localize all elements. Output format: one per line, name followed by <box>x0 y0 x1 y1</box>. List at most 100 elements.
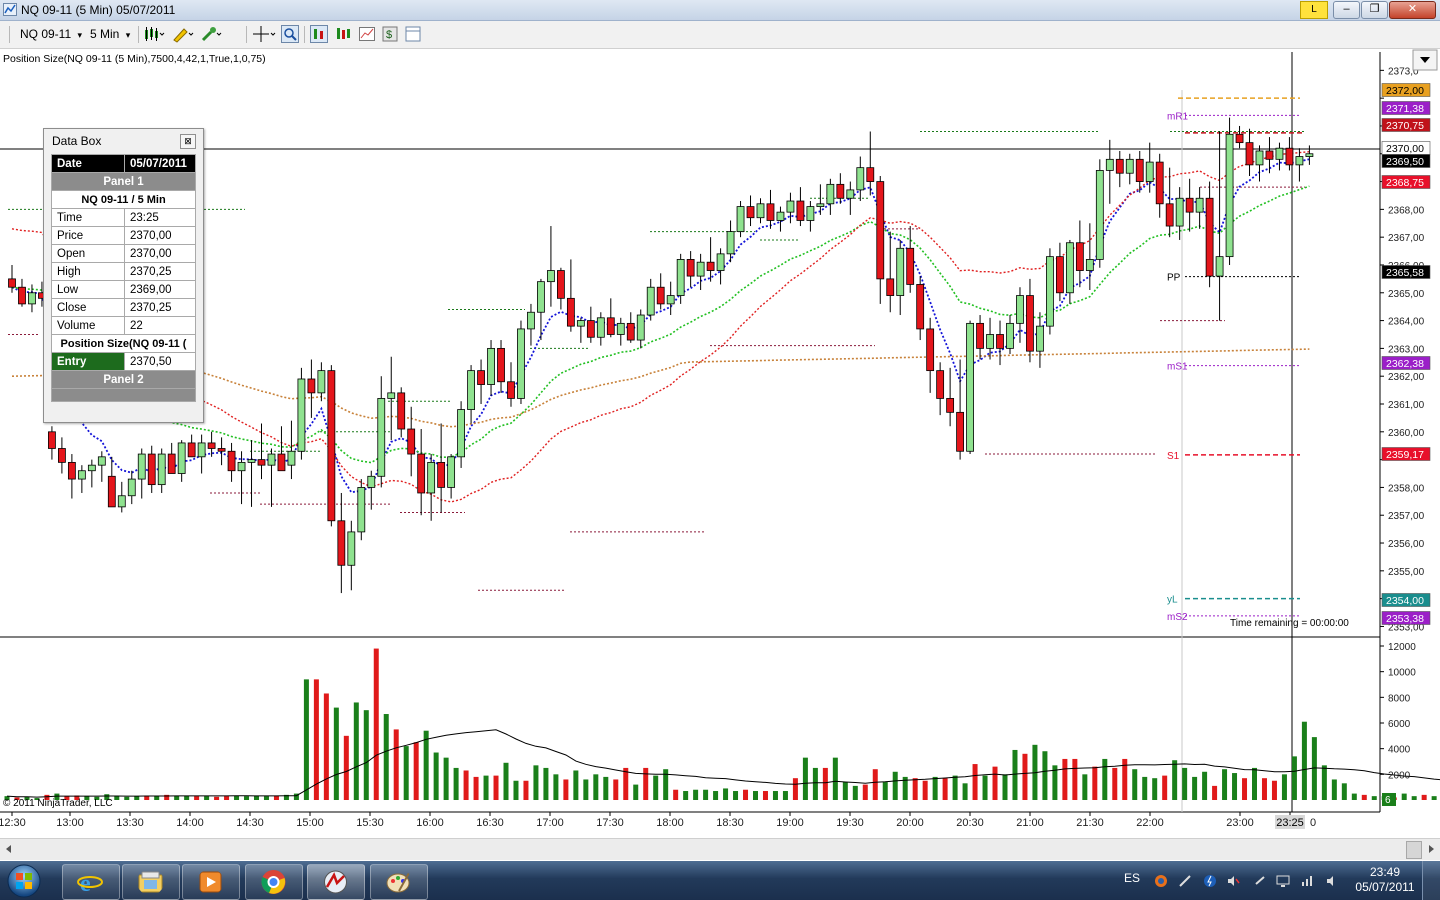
language-indicator[interactable]: ES <box>1124 871 1140 885</box>
row-value: 22 <box>124 316 196 335</box>
link-badge[interactable]: L <box>1300 1 1328 19</box>
copyright-label: © 2011 NinjaTrader, LLC <box>3 798 113 809</box>
volume-bar <box>533 765 539 800</box>
row-key: Price <box>51 226 125 245</box>
candle-up <box>157 453 166 486</box>
entry-key: Entry <box>51 352 125 371</box>
scroll-right-icon[interactable] <box>1425 843 1437 855</box>
taskbar-paint[interactable] <box>370 864 428 900</box>
volume-bar <box>583 779 589 800</box>
volume-bar <box>762 791 768 800</box>
candle-up <box>636 314 645 341</box>
volume-bar <box>723 788 729 800</box>
price-tick-label: 2358,00 <box>1388 483 1425 494</box>
time-tick-label: 16:00 <box>416 817 444 829</box>
price-chart[interactable]: 2373,02369,002368,002367,002366,002365,0… <box>0 48 1440 838</box>
price-tag-label: 2371,38 <box>1386 103 1424 115</box>
time-tick-label: 14:00 <box>176 817 204 829</box>
data-box-panel[interactable]: Data Box ⊠ Date 05/07/2011 Panel 1 NQ 09… <box>43 128 204 423</box>
tray-volume-icon[interactable] <box>1325 874 1339 888</box>
tray-flash-icon[interactable] <box>1203 874 1217 888</box>
candle-down <box>946 398 955 413</box>
close-button[interactable]: ✕ <box>1389 1 1436 19</box>
time-tick-label: 16:30 <box>476 817 504 829</box>
indicators-icon[interactable] <box>334 25 352 43</box>
candle-up <box>197 442 206 458</box>
candle-down <box>507 381 515 399</box>
candle-down <box>1075 242 1084 271</box>
taskbar-ninjatrader[interactable] <box>307 864 365 900</box>
candle-down <box>906 247 915 285</box>
volume-bar <box>1232 773 1238 800</box>
candle-down <box>956 411 964 452</box>
tray-mute-icon[interactable] <box>1226 874 1240 888</box>
system-clock[interactable]: 23:49 05/07/2011 <box>1355 865 1415 895</box>
volume-bar <box>423 730 429 800</box>
tray-network-icon[interactable] <box>1276 874 1290 888</box>
candle-down <box>886 278 895 296</box>
horizontal-scrollbar[interactable] <box>0 838 1440 860</box>
close-icon[interactable]: ⊠ <box>180 134 196 149</box>
zoom-icon[interactable] <box>281 25 299 43</box>
svg-text:e: e <box>80 871 91 895</box>
volume-bar <box>493 775 499 800</box>
taskbar-file-explorer[interactable] <box>122 864 180 900</box>
ma-fast-line <box>11 158 1310 494</box>
volume-bar <box>1351 793 1357 800</box>
candle-down <box>1265 150 1274 160</box>
candle-up <box>537 281 545 313</box>
crosshair-icon[interactable] <box>252 25 276 43</box>
volume-bar <box>822 767 828 800</box>
restore-button[interactable]: ❐ <box>1361 1 1388 19</box>
start-orb-icon[interactable] <box>6 863 42 899</box>
tray-tools-icon[interactable] <box>1178 874 1192 888</box>
candle-up <box>97 456 106 466</box>
candle-up <box>1175 197 1184 227</box>
volume-bar <box>1341 783 1347 800</box>
candle-up <box>966 322 974 452</box>
price-tick-label: 2367,00 <box>1388 233 1425 244</box>
chart-properties-icon[interactable] <box>404 25 422 43</box>
volume-bar <box>573 770 579 800</box>
candle-up <box>826 183 835 205</box>
show-desktop-button[interactable] <box>1422 861 1440 900</box>
drawing-tool-icon[interactable] <box>171 25 195 43</box>
interval-selector[interactable]: 5 Min ▾ <box>90 25 130 43</box>
tray-firefox-icon[interactable] <box>1154 874 1168 888</box>
tray-signal-icon[interactable] <box>1300 874 1314 888</box>
volume-bar <box>543 767 549 800</box>
instrument-selector[interactable]: NQ 09-11 ▾ <box>20 25 82 43</box>
candle-up <box>467 370 475 410</box>
price-tick-label: 2361,00 <box>1388 400 1425 411</box>
scroll-left-icon[interactable] <box>3 843 15 855</box>
volume-bar <box>553 774 559 800</box>
taskbar-internet-explorer[interactable]: e <box>62 864 120 900</box>
candle-down <box>327 370 336 522</box>
candle-up <box>387 392 396 399</box>
tray-arrow-icon[interactable] <box>1253 874 1267 888</box>
panel2-header: Panel 2 <box>51 370 196 389</box>
candle-down <box>836 183 845 199</box>
chart-style-icon[interactable] <box>143 25 165 43</box>
volume-bar <box>1252 767 1257 800</box>
indicator-pen-icon[interactable] <box>200 25 222 43</box>
minimize-button[interactable]: – <box>1333 1 1360 19</box>
data-box-icon[interactable] <box>310 25 328 43</box>
volume-bar <box>1202 771 1208 800</box>
price-tick-label: 2363,00 <box>1388 344 1425 355</box>
taskbar-media-player[interactable] <box>182 864 240 900</box>
volume-bar <box>1162 775 1168 800</box>
candle-up <box>776 211 785 221</box>
price-tag-label: 2370,75 <box>1386 120 1424 132</box>
candle-up <box>1195 197 1204 213</box>
scroll-thumb[interactable] <box>1406 841 1422 859</box>
row-key: Low <box>51 280 125 299</box>
taskbar-chrome[interactable] <box>245 864 303 900</box>
properties-icon[interactable]: $ <box>381 25 399 43</box>
volume-bar <box>593 774 599 800</box>
pivot-label: mR1 <box>1167 111 1189 122</box>
time-tick-label: 20:30 <box>956 817 984 829</box>
row-key: Volume <box>51 316 125 335</box>
price-tag-label: 2368,75 <box>1386 177 1424 189</box>
strategies-icon[interactable] <box>358 25 376 43</box>
